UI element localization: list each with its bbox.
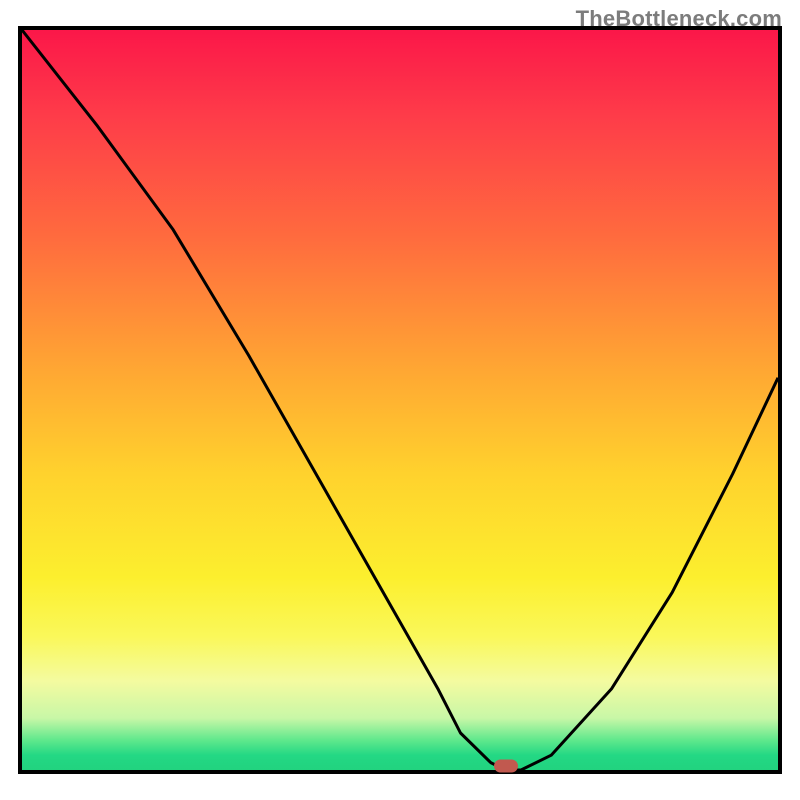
chart-stage: TheBottleneck.com <box>0 0 800 800</box>
bottleneck-curve <box>22 30 778 770</box>
plot-frame <box>18 26 782 774</box>
watermark-text: TheBottleneck.com <box>576 6 782 32</box>
min-marker <box>494 760 518 773</box>
curve-path <box>22 30 778 770</box>
